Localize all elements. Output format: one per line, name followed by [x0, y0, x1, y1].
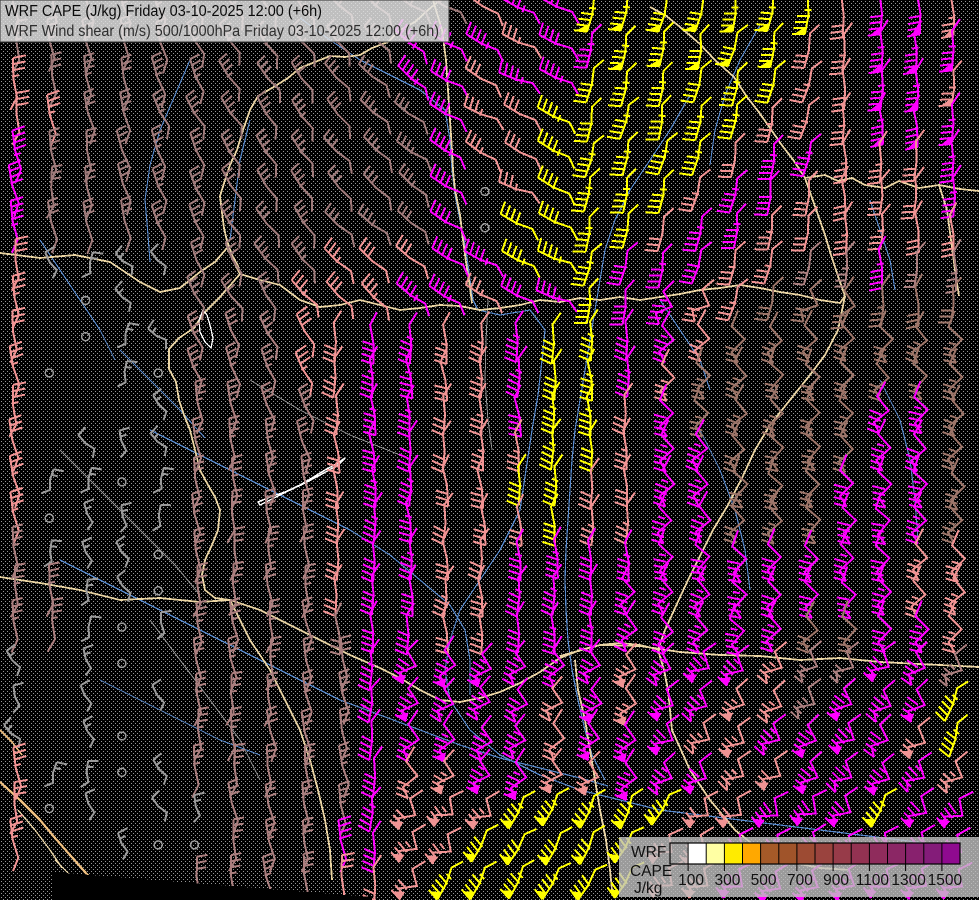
- svg-text:WRF CAPE (J/kg) Friday 03-10-2: WRF CAPE (J/kg) Friday 03-10-2025 12:00 …: [5, 3, 322, 20]
- svg-text:J/kg: J/kg: [634, 880, 662, 897]
- svg-text:500: 500: [751, 872, 777, 889]
- svg-text:1300: 1300: [891, 872, 926, 889]
- svg-text:300: 300: [714, 872, 740, 889]
- svg-text:1500: 1500: [928, 872, 963, 889]
- svg-text:WRF Wind shear (m/s) 500/1000h: WRF Wind shear (m/s) 500/1000hPa Friday …: [5, 23, 439, 40]
- svg-text:700: 700: [787, 872, 813, 889]
- svg-text:100: 100: [678, 872, 704, 889]
- svg-text:900: 900: [823, 872, 849, 889]
- svg-text:WRF: WRF: [631, 844, 666, 861]
- svg-text:CAPE: CAPE: [630, 863, 672, 880]
- svg-text:1100: 1100: [856, 872, 890, 889]
